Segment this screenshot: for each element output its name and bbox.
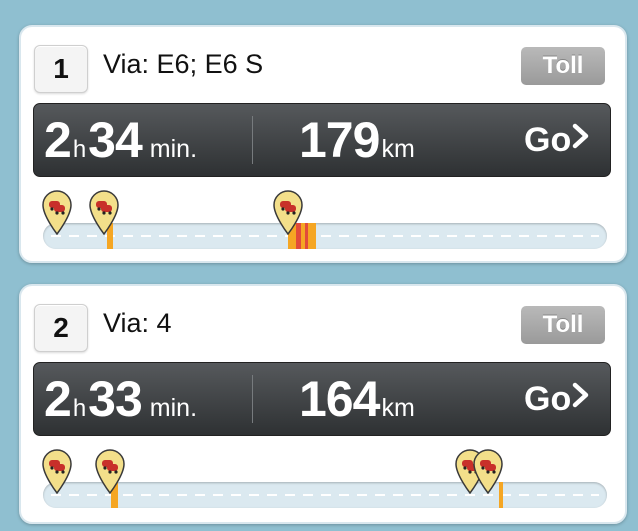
traffic-jam-marker-icon[interactable] (471, 448, 505, 494)
route-via-label: Via: 4 (103, 308, 172, 338)
time-hours-unit: h (72, 136, 87, 163)
route-number-badge: 1 (34, 45, 88, 93)
route-card-1[interactable]: 1 Via: E6; E6 S Toll 2 h 34 min. 179 km … (19, 25, 627, 263)
traffic-jam-marker-icon[interactable] (40, 448, 74, 494)
divider (252, 375, 253, 423)
route-distance: 164 km (299, 363, 415, 435)
travel-time: 2 h 33 min. (44, 363, 197, 435)
time-hours: 2 (44, 371, 72, 427)
go-button[interactable]: Go (524, 104, 606, 176)
travel-time: 2 h 34 min. (44, 104, 197, 176)
route-summary-bar: 2 h 34 min. 179 km Go (33, 103, 611, 177)
route-number-badge: 2 (34, 304, 88, 352)
time-minutes-unit: min. (149, 135, 198, 163)
distance-value: 164 (299, 371, 380, 427)
time-minutes-unit: min. (149, 394, 198, 422)
traffic-jam-marker-icon[interactable] (271, 189, 305, 235)
toll-badge: Toll (521, 47, 605, 85)
divider (252, 116, 253, 164)
traffic-progress-bar (43, 223, 607, 249)
chevron-right-icon (572, 123, 590, 157)
route-line (51, 494, 599, 496)
distance-unit: km (381, 394, 415, 422)
chevron-right-icon (572, 382, 590, 416)
go-button-label: Go (524, 120, 572, 159)
traffic-jam-marker-icon[interactable] (87, 189, 121, 235)
distance-value: 179 (299, 112, 380, 168)
time-minutes: 34 (88, 112, 143, 168)
traffic-progress-bar (43, 482, 607, 508)
route-via-label: Via: E6; E6 S (103, 49, 264, 79)
distance-unit: km (381, 135, 415, 163)
time-hours: 2 (44, 112, 72, 168)
time-minutes: 33 (88, 371, 143, 427)
route-summary-bar: 2 h 33 min. 164 km Go (33, 362, 611, 436)
traffic-jam-marker-icon[interactable] (93, 448, 127, 494)
route-line (51, 235, 599, 237)
route-distance: 179 km (299, 104, 415, 176)
go-button[interactable]: Go (524, 363, 606, 435)
go-button-label: Go (524, 379, 572, 418)
route-card-2[interactable]: 2 Via: 4 Toll 2 h 33 min. 164 km Go (19, 284, 627, 524)
traffic-slow-segment (308, 223, 316, 249)
toll-badge: Toll (521, 306, 605, 344)
traffic-jam-marker-icon[interactable] (40, 189, 74, 235)
time-hours-unit: h (72, 395, 87, 422)
